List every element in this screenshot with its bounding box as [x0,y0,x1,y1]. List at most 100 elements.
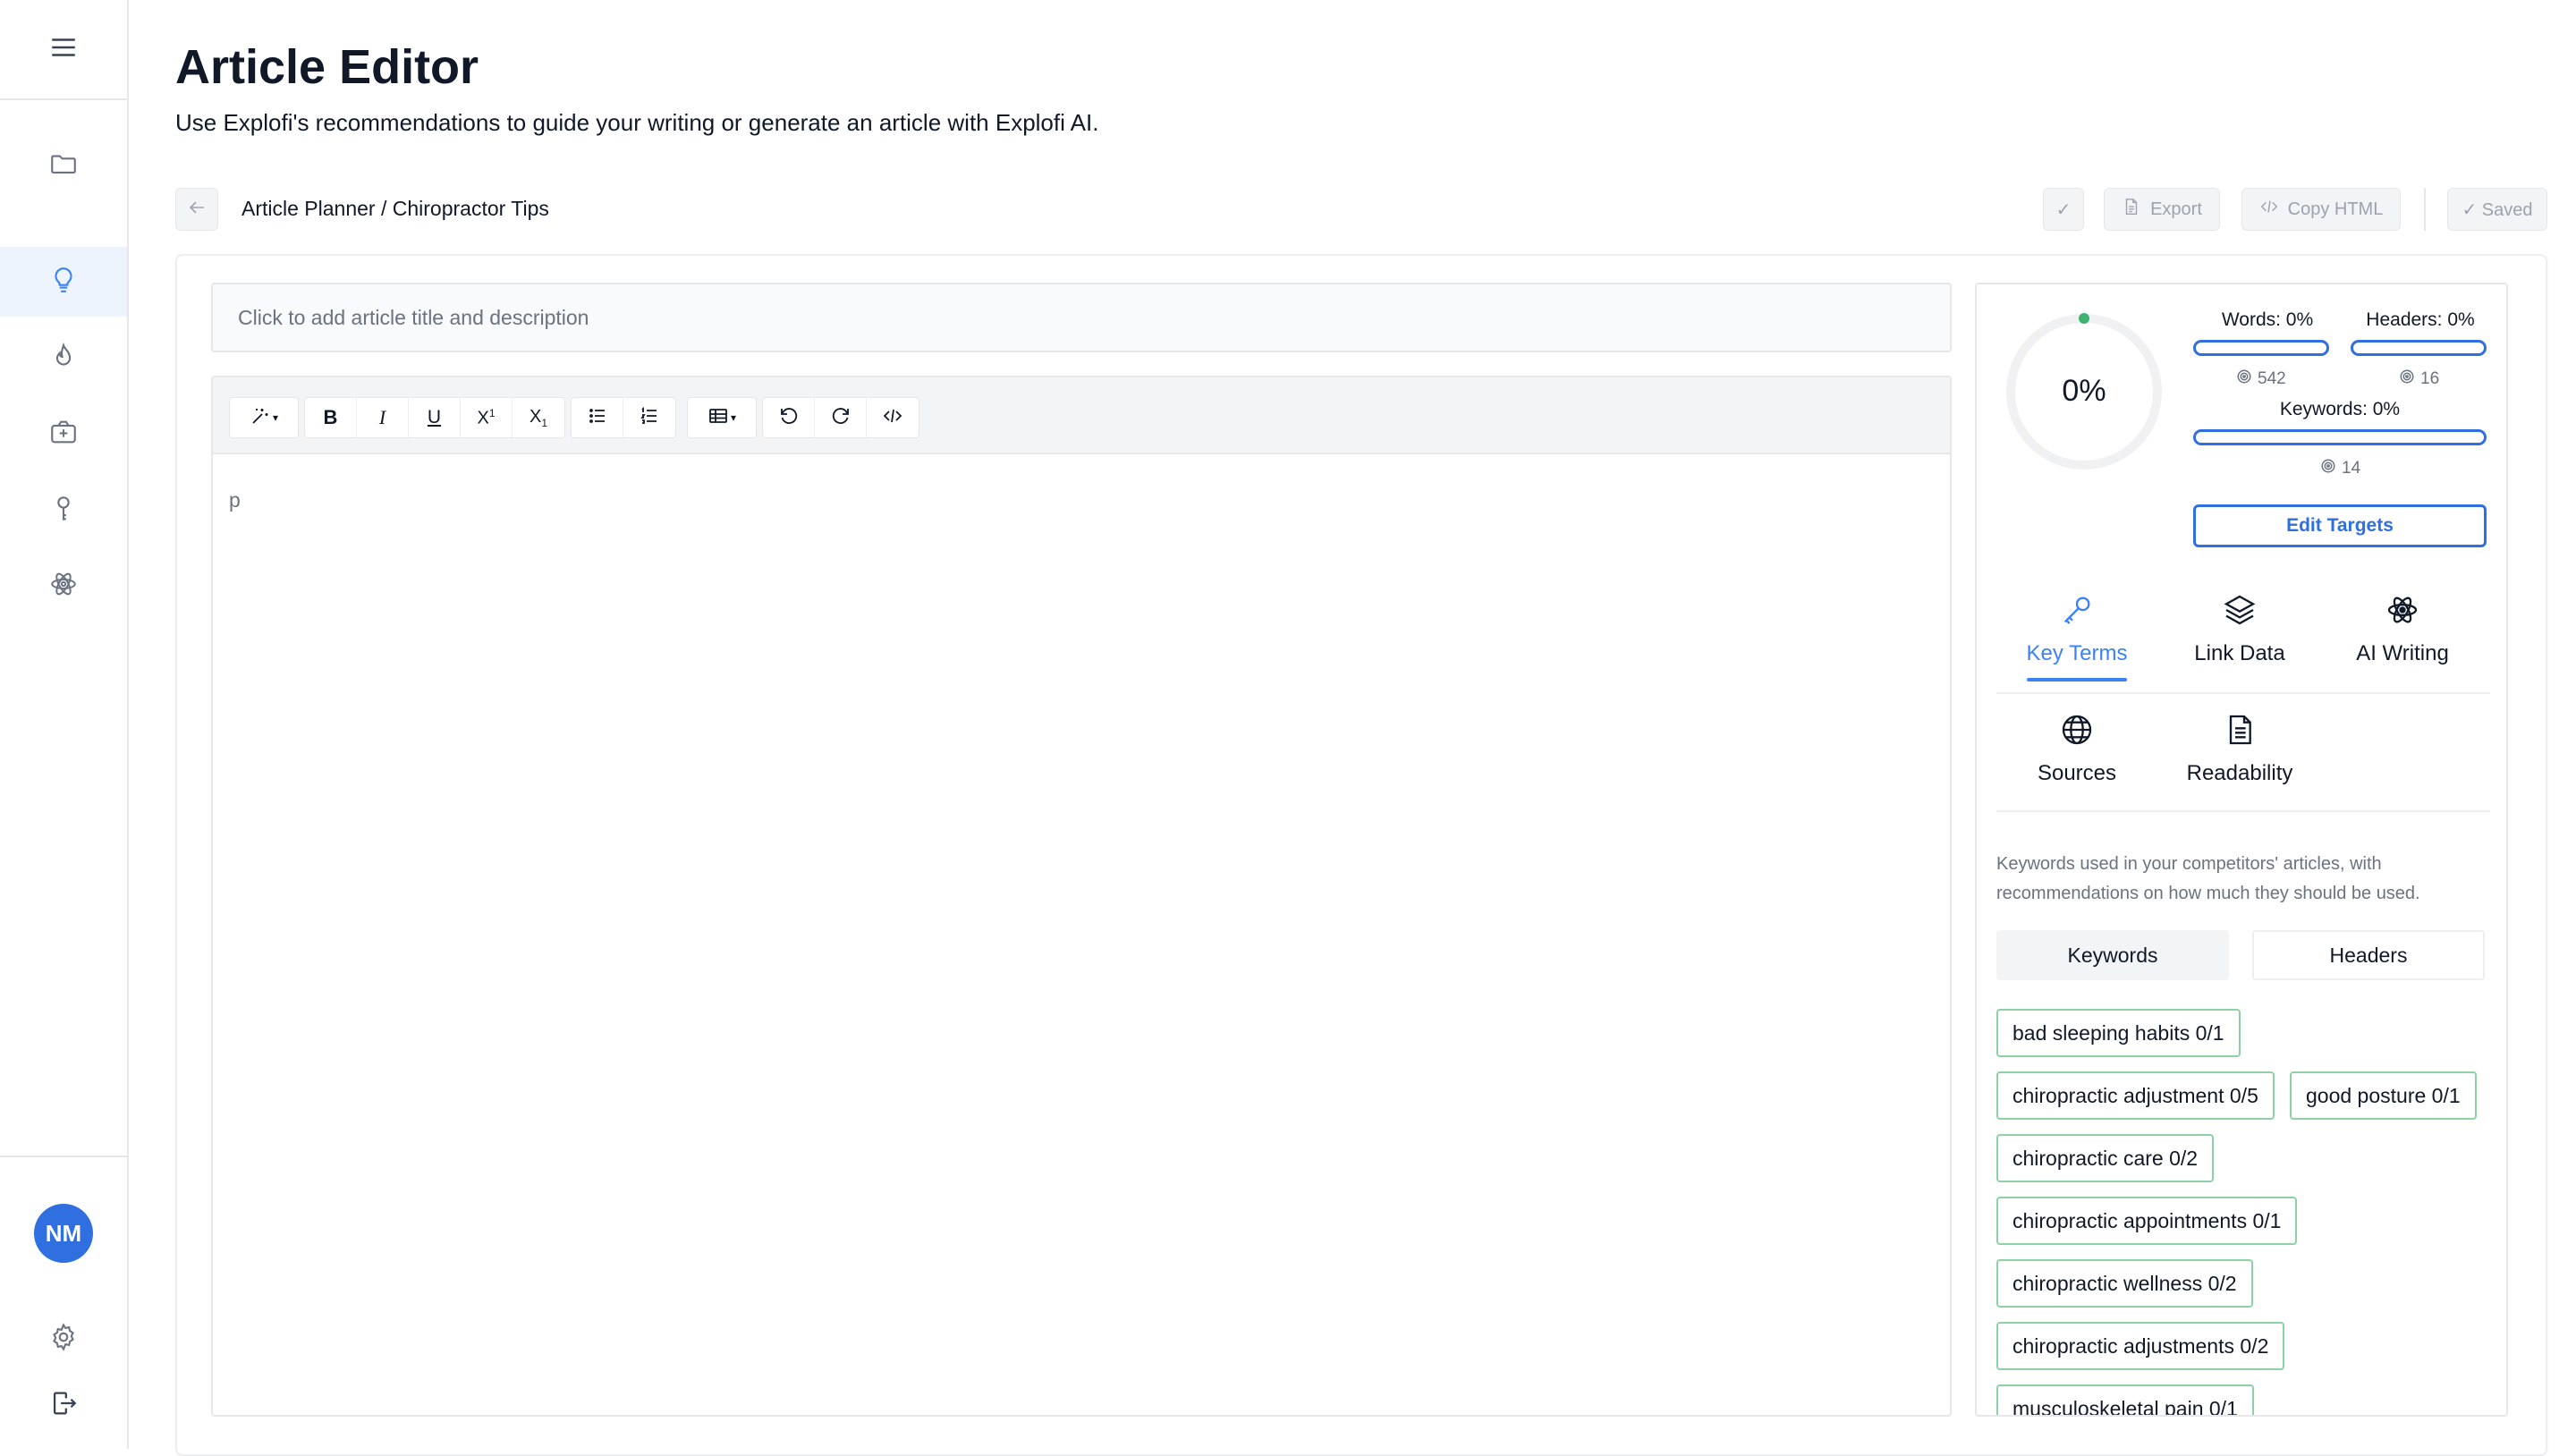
keyword-chip[interactable]: chiropractic wellness 0/2 [1996,1259,2253,1308]
tab-divider [1996,692,2490,694]
tab-sources[interactable]: Sources [2005,712,2148,810]
tab-label: Key Terms [2026,641,2128,665]
check-label: ✓ [2055,199,2072,220]
avatar[interactable]: NM [34,1204,93,1263]
rich-text-editor[interactable]: ▾ B I U X1 X1 ▾ p [211,376,1952,1417]
keyword-chip[interactable]: chiropractic appointments 0/1 [1996,1197,2298,1245]
list-group [571,397,676,438]
page-subtitle: Use Explofi's recommendations to guide y… [175,109,1099,136]
logout-icon [48,1388,79,1423]
keyword-chip[interactable]: bad sleeping habits 0/1 [1996,1009,2241,1057]
target-icon [2399,368,2415,390]
superscript-icon: X1 [477,406,496,428]
bold-button[interactable]: B [305,397,357,438]
magic-wand-icon [250,405,271,431]
globe-icon [2059,712,2095,761]
words-metric-label: Words: 0% [2221,309,2314,330]
words-target: 542 [2236,368,2286,390]
active-tab-indicator [2027,678,2127,681]
underline-icon: U [427,407,442,427]
redo-icon [830,405,852,431]
sidebar-item-ideas[interactable] [0,247,127,317]
table-button[interactable]: ▾ [688,397,756,438]
subscript-button[interactable]: X1 [513,397,564,438]
headers-target: 16 [2399,368,2439,390]
code-view-button[interactable] [867,397,919,438]
back-button[interactable] [175,188,218,231]
key-terms-description: Keywords used in your competitors' artic… [1996,854,2420,903]
settings-button[interactable] [0,1304,127,1374]
editor-content[interactable]: p [229,488,241,512]
superscript-button[interactable]: X1 [461,397,513,438]
bullet-list-icon [587,405,608,431]
score-indicator-dot [2079,313,2089,324]
document-icon [2222,712,2258,761]
check-button[interactable]: ✓ [2043,188,2084,231]
score-value: 0% [2062,374,2106,408]
code-icon [2259,197,2279,222]
article-title-input[interactable]: Click to add article title and descripti… [211,283,1952,352]
tab-ai-writing[interactable]: AI Writing [2331,592,2474,690]
seo-panel: 0% Words: 0% 542 Headers: 0% 16 Keywords… [1975,283,2508,1417]
keyword-chip[interactable]: good posture 0/1 [2290,1071,2477,1120]
ordered-list-icon [639,405,660,431]
tab-label: Readability [2186,761,2293,785]
bullet-list-button[interactable] [572,397,623,438]
arrow-left-icon [186,197,208,223]
menu-button[interactable] [0,0,127,100]
tab-link-data[interactable]: Link Data [2168,592,2311,690]
ordered-list-button[interactable] [623,397,675,438]
table-group: ▾ [687,397,757,438]
sidebar: NM [0,0,129,1449]
keyword-chip[interactable]: chiropractic adjustment 0/5 [1996,1071,2275,1120]
magic-wand-button[interactable]: ▾ [230,397,298,438]
logout-button[interactable] [0,1370,127,1440]
words-progress-bar [2193,340,2329,356]
headers-target-value: 16 [2420,369,2440,388]
italic-button[interactable]: I [357,397,409,438]
atom-icon [2385,592,2420,641]
tab-label: Link Data [2194,641,2285,665]
copy-html-button[interactable]: Copy HTML [2241,188,2401,231]
target-icon [2236,368,2252,390]
sidebar-item-ai[interactable] [0,551,127,621]
history-group [762,397,919,438]
headers-metric-label: Headers: 0% [2366,309,2475,330]
tab-key-terms[interactable]: Key Terms [2005,592,2148,690]
italic-icon: I [378,406,386,428]
camera-plus-icon [48,417,79,452]
keywords-target: 14 [2320,458,2360,479]
keywords-target-value: 14 [2342,459,2361,478]
edit-targets-button[interactable]: Edit Targets [2193,504,2487,547]
keywords-metric-label: Keywords: 0% [2279,399,2401,419]
sidebar-item-trending[interactable] [0,324,127,394]
sidebar-item-projects[interactable] [0,131,127,200]
flame-icon [48,342,79,377]
lightbulb-icon [48,265,79,300]
folder-icon [48,148,79,183]
keyword-chip[interactable]: musculoskeletal pain 0/1 [1996,1384,2254,1415]
words-target-value: 542 [2258,369,2286,388]
copy-html-label: Copy HTML [2287,199,2384,219]
undo-button[interactable] [763,397,815,438]
headers-progress-bar [2351,340,2487,356]
file-export-icon [2122,197,2141,222]
keywords-segment[interactable]: Keywords [1996,930,2229,980]
underline-button[interactable]: U [409,397,461,438]
export-button[interactable]: Export [2104,188,2220,231]
page-title: Article Editor [175,40,479,94]
gear-icon [48,1322,79,1357]
keyword-chip[interactable]: chiropractic care 0/2 [1996,1134,2215,1182]
toolbar-divider [2424,188,2426,231]
sidebar-item-media[interactable] [0,399,127,469]
saved-label: ✓ Saved [2462,199,2533,220]
keyword-chip[interactable]: chiropractic adjustments 0/2 [1996,1322,2285,1370]
redo-button[interactable] [815,397,867,438]
sidebar-item-keywords[interactable] [0,476,127,546]
breadcrumb: Article Planner / Chiropractor Tips [242,197,549,220]
tab-label: Sources [2037,761,2117,785]
bold-icon: B [323,406,338,428]
headers-segment[interactable]: Headers [2252,930,2485,980]
chevron-down-icon: ▾ [272,411,279,424]
tab-readability[interactable]: Readability [2168,712,2311,810]
